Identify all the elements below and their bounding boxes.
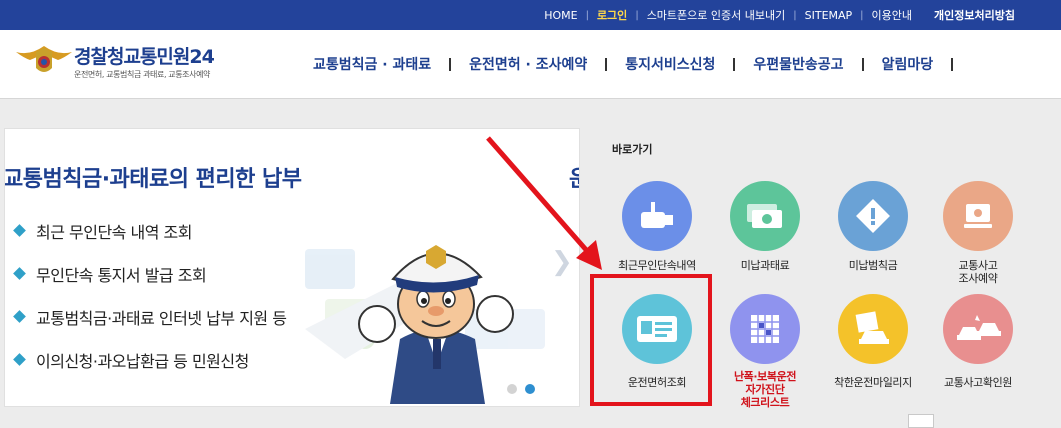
nav-notice[interactable]: 알림마당 [879,54,937,74]
computer-icon [964,204,992,228]
quick-icon-circle [730,294,800,364]
banner-list-item: 교통범칙금·과태료 인터넷 납부 지원 등 [11,295,287,338]
bullet-icon [13,224,26,237]
banner-list-item: 이의신청·과오납환급 등 민원신청 [11,338,286,381]
quick-icon-circle [838,181,908,251]
banner-list: 최근 무인단속 내역 조회 무인단속 통지서 발급 조회 교통범칙금·과태료 인… [11,209,287,381]
nav-divider [733,57,736,71]
bullet-icon [13,353,26,366]
highlight-box [590,274,712,406]
site-header: 경찰청교통민원24 운전면허, 교통범칙금 과태료, 교통조사예약 교통범칙금 … [0,30,1061,99]
quick-link-label: 미납범칙금 [848,259,898,272]
quick-icon-circle [838,294,908,364]
quick-icon-circle [730,181,800,251]
nav-divider [605,57,608,71]
quick-link-label: 난폭·보복운전 자가진단 체크리스트 [733,370,797,409]
top-utility-bar: HOME | 로그인 | 스마트폰으로 인증서 내보내기 | SITEMAP |… [0,0,1061,30]
sitemap-link[interactable]: SITEMAP [797,9,861,22]
bullet-icon [13,267,26,280]
nav-notification[interactable]: 통지서비스신청 [622,54,718,74]
nav-fines[interactable]: 교통범칙금 · 과태료 [310,54,434,74]
banner-item-text: 최근 무인단속 내역 조회 [36,222,192,242]
utility-links: HOME | 로그인 | 스마트폰으로 인증서 내보내기 | SITEMAP |… [536,0,1023,30]
annotation-arrow-icon [486,136,602,270]
export-cert-link[interactable]: 스마트폰으로 인증서 내보내기 [639,7,794,23]
mileage-icon [855,311,889,344]
pager-dot-active[interactable] [525,384,535,394]
checklist-icon [751,315,779,343]
banner-pager [507,384,535,394]
nav-returned-mail[interactable]: 우편물반송공고 [750,54,846,74]
quick-link-label: 교통사고확인원 [943,376,1013,389]
site-logo[interactable]: 경찰청교통민원24 운전면허, 교통범칙금 과태료, 교통조사예약 [14,40,274,90]
site-title-part1: 경찰청 [74,46,124,68]
quick-link-unpaid-fine[interactable]: 미납범칙금 [825,181,921,272]
quick-icon-circle [622,181,692,251]
pager-dot[interactable] [507,384,517,394]
nav-divider [449,57,452,71]
money-icon [747,204,782,228]
guide-link[interactable]: 이용안내 [864,7,920,23]
police-emblem-icon [16,46,72,72]
quick-link-label: 교통사고 조사예약 [958,259,998,285]
banner-list-item: 무인단속 통지서 발급 조회 [11,252,286,295]
site-title-part2: 교통민원24 [123,46,214,68]
quick-icon-circle [943,294,1013,364]
bullet-icon [13,310,26,323]
quick-link-unpaid-penalty[interactable]: 미납과태료 [717,181,813,272]
nav-divider [951,57,954,71]
camera-icon [641,202,673,228]
quick-link-recent-enforcement[interactable]: 최근무인단속내역 [609,181,705,272]
quick-link-accident-certificate[interactable]: 교통사고확인원 [930,294,1026,389]
car-crash-icon [957,315,1001,340]
privacy-policy-link[interactable]: 개인정보처리방침 [920,7,1023,23]
banner-title: 교통범칙금·과태료의 편리한 납부 [4,167,302,192]
quick-icon-circle [943,181,1013,251]
quick-link-label: 미납과태료 [740,259,790,272]
banner-item-text: 무인단속 통지서 발급 조회 [36,265,207,285]
home-link[interactable]: HOME [536,9,585,22]
quick-link-accident-reservation[interactable]: 교통사고 조사예약 [930,181,1026,285]
quick-link-reckless-driving-checklist[interactable]: 난폭·보복운전 자가진단 체크리스트 [717,294,813,409]
scroll-handle[interactable] [908,414,934,428]
quick-link-label: 최근무인단속내역 [618,259,696,272]
banner-list-item: 최근 무인단속 내역 조회 [11,209,286,252]
nav-license[interactable]: 운전면허 · 조사예약 [466,54,590,74]
nav-divider [861,57,864,71]
banner-item-text: 교통범칙금·과태료 인터넷 납부 지원 등 [36,308,287,328]
banner-item-text: 이의신청·과오납환급 등 민원신청 [36,351,249,371]
quick-link-label: 착한운전마일리지 [834,376,912,389]
login-link[interactable]: 로그인 [589,7,635,23]
main-nav: 교통범칙금 · 과태료 운전면허 · 조사예약 통지서비스신청 우편물반송공고 … [310,54,968,74]
warning-icon [856,199,890,233]
site-title: 경찰청교통민원24 [74,42,215,69]
quick-link-good-driving-mileage[interactable]: 착한운전마일리지 [825,294,921,389]
site-subtitle: 운전면허, 교통범칙금 과태료, 교통조사예약 [74,70,210,79]
